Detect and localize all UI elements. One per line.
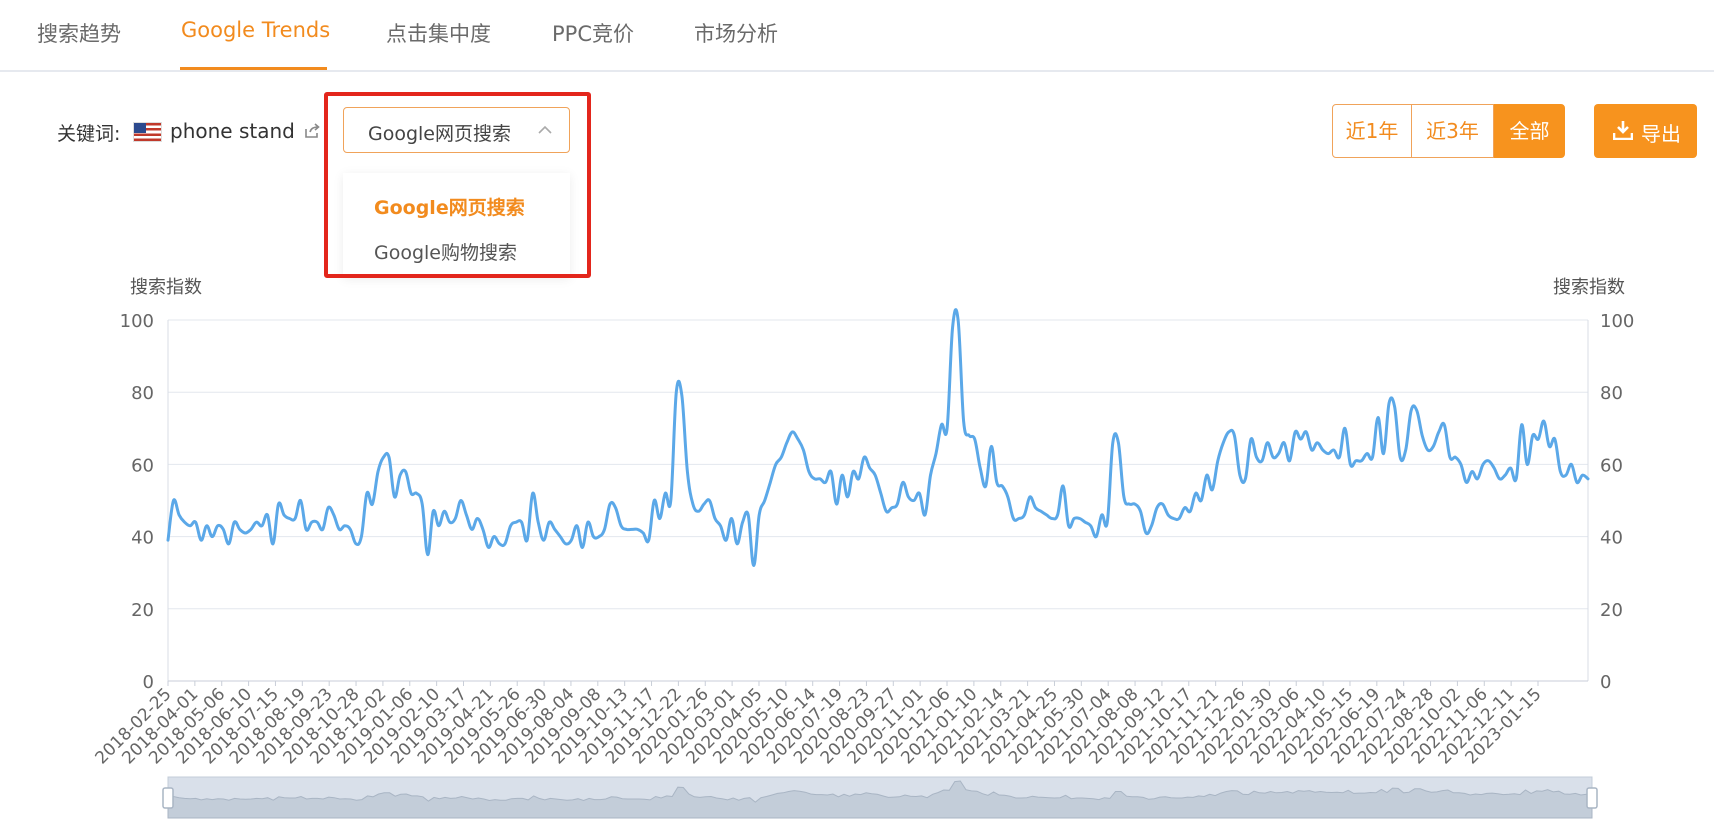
slider-left-handle [162,787,174,809]
slider-right-handle [1586,787,1598,809]
y-tick-left-100: 100 [120,311,154,332]
y-tick-left-0: 0 [143,672,154,693]
y-tick-right-60: 60 [1600,455,1623,476]
x-axis: 2018-02-252018-04-012018-05-062018-06-10… [92,681,1546,768]
y-tick-right-0: 0 [1600,672,1611,693]
y-axis-left: 0 20 40 60 80 100 [120,311,154,693]
chart-grid [167,319,1589,682]
y-axis-left-title: 搜索指数 [130,277,202,298]
y-axis-right-title: 搜索指数 [1553,277,1625,298]
y-tick-left-20: 20 [131,600,154,621]
y-tick-left-80: 80 [131,383,154,404]
y-tick-right-80: 80 [1600,383,1623,404]
y-axis-right: 0 20 40 60 80 100 [1600,311,1634,693]
y-tick-left-40: 40 [131,528,154,549]
y-tick-right-20: 20 [1600,600,1623,621]
zoom-slider[interactable] [162,776,1598,819]
trend-line-series [166,308,1590,567]
y-tick-right-40: 40 [1600,528,1623,549]
y-tick-left-60: 60 [131,455,154,476]
trend-chart: 0 20 40 60 80 100 0 20 40 60 80 100 搜索指数 搜索指数 2018… [92,277,1634,819]
y-tick-right-100: 100 [1600,311,1634,332]
